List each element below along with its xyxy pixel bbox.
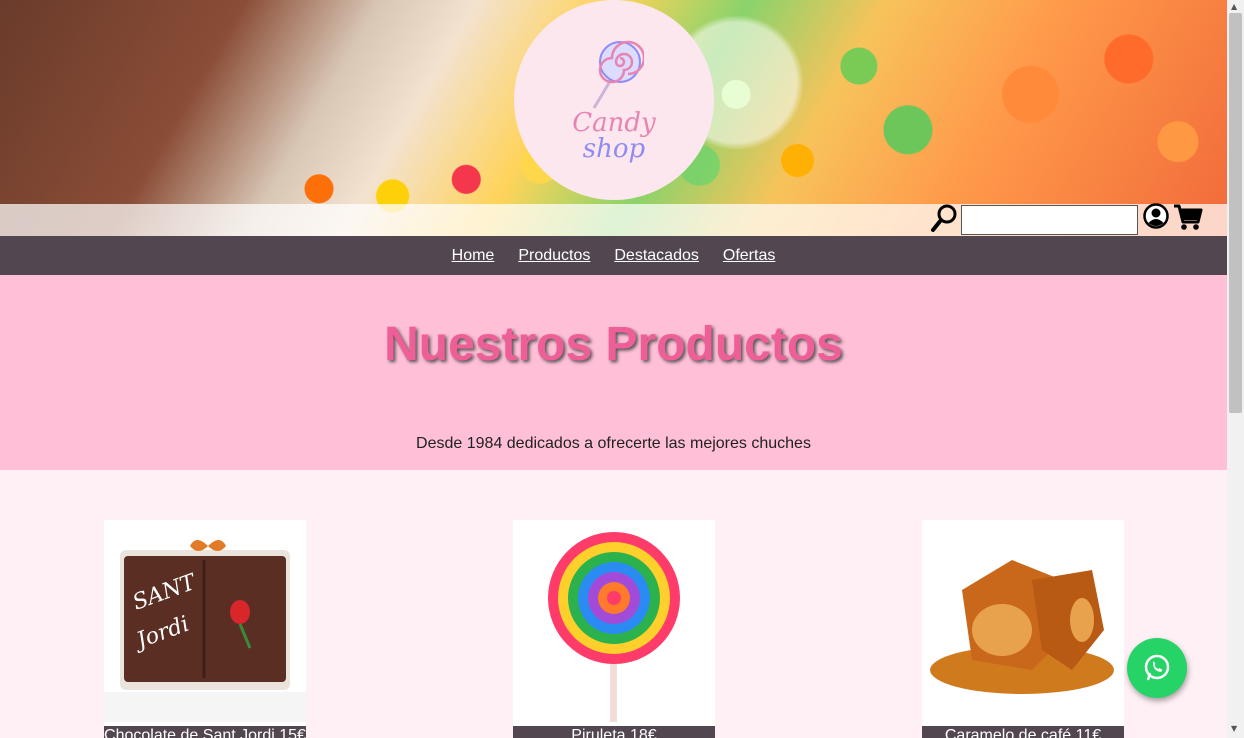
product-image-caramelo	[922, 520, 1124, 722]
product-image-chocolate: SANT Jordi	[104, 520, 306, 722]
logo[interactable]: Candy shop	[514, 0, 714, 200]
logo-text: Candy shop	[572, 110, 655, 162]
scrollbar-thumb[interactable]	[1229, 13, 1242, 413]
nav-item-ofertas[interactable]: Ofertas	[723, 247, 775, 265]
nav-item-destacados[interactable]: Destacados	[614, 247, 699, 265]
whatsapp-button[interactable]	[1127, 638, 1187, 698]
product-image-piruleta	[513, 520, 715, 722]
hero-section: Nuestros Productos Desde 1984 dedicados …	[0, 275, 1227, 470]
product-caption: Caramelo de café 11€	[922, 726, 1124, 738]
search-icon[interactable]	[930, 203, 958, 233]
cart-icon[interactable]	[1173, 203, 1203, 231]
nav-item-productos[interactable]: Productos	[518, 247, 590, 265]
whatsapp-icon	[1144, 654, 1170, 681]
lollipop-icon	[592, 40, 644, 109]
product-card-chocolate[interactable]: SANT Jordi Chocolate de Sant Jordi 15€	[104, 520, 306, 738]
scroll-down-icon[interactable]: ▼	[1231, 724, 1237, 733]
product-card-piruleta[interactable]: Piruleta 18€	[513, 520, 715, 738]
logo-text-candy: Candy	[572, 108, 656, 138]
product-card-caramelo[interactable]: Caramelo de café 11€	[922, 520, 1124, 738]
page-title: Nuestros Productos	[384, 318, 843, 371]
product-caption: Chocolate de Sant Jordi 15€	[104, 726, 306, 738]
main-nav: Home Productos Destacados Ofertas	[0, 236, 1227, 275]
hero-subtitle: Desde 1984 dedicados a ofrecerte las mej…	[416, 435, 811, 452]
user-icon[interactable]	[1143, 203, 1169, 229]
scroll-up-icon[interactable]: ▲	[1231, 2, 1237, 11]
logo-text-shop: shop	[582, 134, 646, 164]
search-input[interactable]	[961, 205, 1138, 235]
nav-item-home[interactable]: Home	[452, 247, 495, 265]
product-caption: Piruleta 18€	[513, 726, 715, 738]
